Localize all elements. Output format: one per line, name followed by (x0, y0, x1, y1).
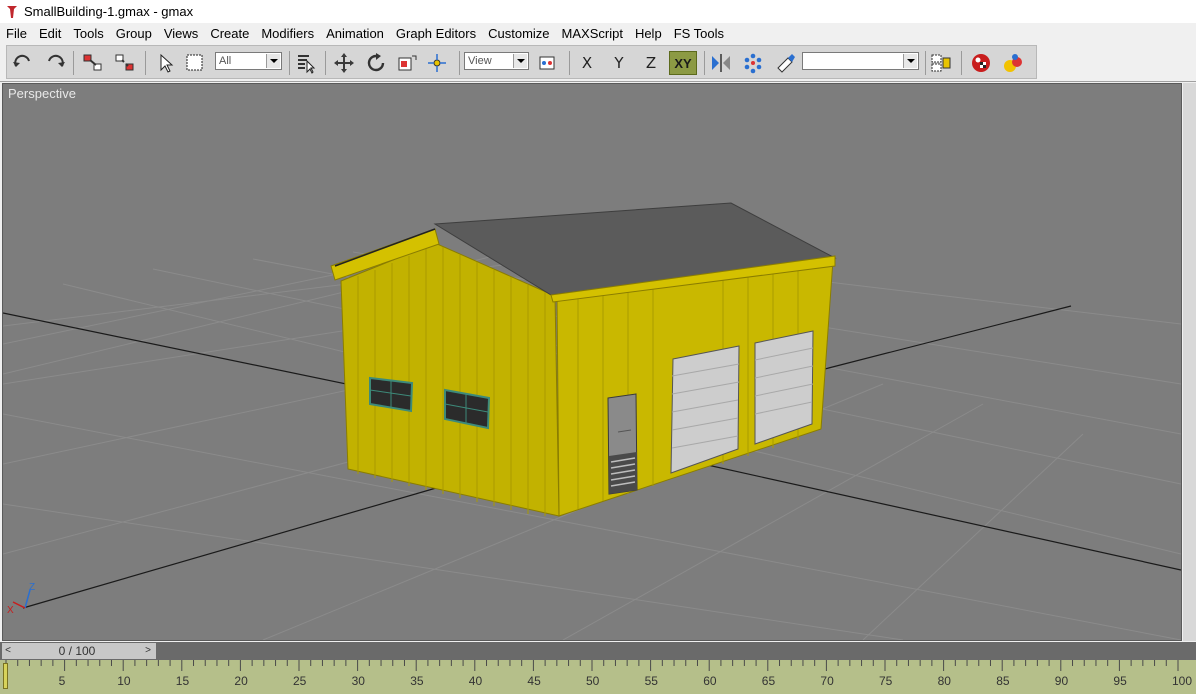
window-left (369, 376, 414, 413)
viewport-scene: Z X (3, 202, 1181, 640)
command-panel-edge (1183, 83, 1196, 641)
scale-icon[interactable] (395, 51, 419, 75)
track-tick-label: 75 (879, 674, 893, 688)
menu-item-graph-editors[interactable]: Graph Editors (390, 26, 482, 41)
selection-filter-value: All (219, 55, 232, 67)
track-tick-label: 5 (58, 674, 66, 688)
undo-icon[interactable] (11, 51, 35, 75)
toolbar-separator (925, 51, 926, 75)
title-bar: SmallBuilding-1.gmax - gmax (0, 0, 1196, 23)
named-selection-icon[interactable] (929, 51, 953, 75)
selection-filter-select[interactable]: All (215, 52, 282, 70)
time-slider-next-button[interactable]: > (140, 643, 156, 659)
toolbar-separator (961, 51, 962, 75)
coordinate-system-select[interactable]: View (464, 52, 529, 70)
toolbar-separator (569, 51, 570, 75)
menu-item-create[interactable]: Create (204, 26, 255, 41)
tripod-x-label: X (7, 605, 14, 616)
use-pivot-icon[interactable] (536, 51, 560, 75)
chevron-down-icon (266, 54, 280, 68)
select-by-name-icon[interactable] (294, 51, 318, 75)
select-object-icon[interactable] (153, 51, 177, 75)
pivot-icon[interactable] (425, 51, 449, 75)
toolbar-separator (145, 51, 146, 75)
track-tick-label: 55 (644, 674, 658, 688)
unlink-icon[interactable] (113, 51, 137, 75)
toolbar-separator (325, 51, 326, 75)
time-slider-thumb[interactable]: 0 / 100 (14, 643, 140, 659)
axis-y-button[interactable]: Y (607, 51, 631, 75)
axis-tripod-icon: Z X (7, 582, 35, 616)
toolbar-separator (289, 51, 290, 75)
render-icon[interactable] (969, 51, 993, 75)
chevron-down-icon (513, 54, 527, 68)
track-tick-label: 65 (761, 674, 776, 688)
track-tick-label: 50 (586, 674, 600, 688)
time-slider-prev-button[interactable]: < (2, 643, 14, 659)
track-tick-label: 40 (468, 674, 483, 688)
perspective-viewport[interactable]: Z X Perspective (2, 83, 1182, 641)
track-tick-label: 35 (410, 674, 424, 688)
array-icon[interactable] (741, 51, 765, 75)
menu-item-edit[interactable]: Edit (33, 26, 67, 41)
mirror-icon[interactable] (709, 51, 733, 75)
select-and-link-icon[interactable] (81, 51, 105, 75)
entry-door (607, 393, 638, 495)
track-tick-label: 100 (1172, 674, 1193, 688)
main-toolbar: All View X Y Z XY (0, 43, 1196, 82)
track-tick-label: 70 (820, 674, 834, 688)
menu-item-help[interactable]: Help (629, 26, 668, 41)
chevron-down-icon (903, 54, 917, 68)
track-tick-label: 20 (234, 674, 248, 688)
track-tick-label: 15 (175, 674, 190, 688)
axis-z-button[interactable]: Z (639, 51, 663, 75)
menu-item-fs-tools[interactable]: FS Tools (668, 26, 730, 41)
menu-item-animation[interactable]: Animation (320, 26, 390, 41)
menu-item-tools[interactable]: Tools (67, 26, 109, 41)
material-editor-icon[interactable] (1001, 51, 1025, 75)
track-tick-label: 80 (937, 674, 951, 688)
axis-x-button[interactable]: X (575, 51, 599, 75)
toolbar-separator (459, 51, 460, 75)
track-tick-label: 85 (996, 674, 1010, 688)
move-icon[interactable] (332, 51, 356, 75)
track-tick-label: 25 (293, 674, 307, 688)
track-bar[interactable]: 5 10 15 20 25 30 35 40 45 50 55 60 65 70 75 80 85 90 95 100 (0, 660, 1196, 694)
track-tick-label: 30 (351, 674, 365, 688)
named-selection-select[interactable] (802, 52, 919, 70)
track-tick-label: 45 (527, 674, 541, 688)
viewport-label[interactable]: Perspective (8, 86, 76, 101)
track-tick-label: 10 (117, 674, 131, 688)
menu-item-group[interactable]: Group (110, 26, 158, 41)
menu-item-modifiers[interactable]: Modifiers (255, 26, 320, 41)
gmax-app-icon (7, 5, 17, 18)
select-region-icon[interactable] (183, 51, 207, 75)
menu-bar: File Edit Tools Group Views Create Modifiers An… (0, 23, 1196, 43)
garage-door-right (754, 330, 814, 445)
menu-item-customize[interactable]: Customize (482, 26, 555, 41)
toolbar-separator (73, 51, 74, 75)
redo-icon[interactable] (43, 51, 67, 75)
toolbar-separator (704, 51, 705, 75)
rotate-icon[interactable] (364, 51, 388, 75)
track-tick-label: 90 (1054, 674, 1069, 688)
coordinate-system-value: View (468, 55, 492, 67)
menu-item-maxscript[interactable]: MAXScript (556, 26, 629, 41)
track-tick-label: 60 (703, 674, 717, 688)
align-icon[interactable] (773, 51, 797, 75)
window-title: SmallBuilding-1.gmax - gmax (24, 4, 194, 19)
toolbar-strip: All View X Y Z XY (6, 45, 1037, 79)
menu-item-views[interactable]: Views (158, 26, 204, 41)
tripod-z-label: Z (29, 582, 35, 593)
time-slider[interactable]: < 0 / 100 > (0, 642, 1196, 660)
track-tick-label: 95 (1113, 674, 1127, 688)
menu-item-file[interactable]: File (0, 26, 33, 41)
current-frame-marker[interactable] (3, 663, 8, 689)
axis-xy-button[interactable]: XY (669, 51, 697, 75)
